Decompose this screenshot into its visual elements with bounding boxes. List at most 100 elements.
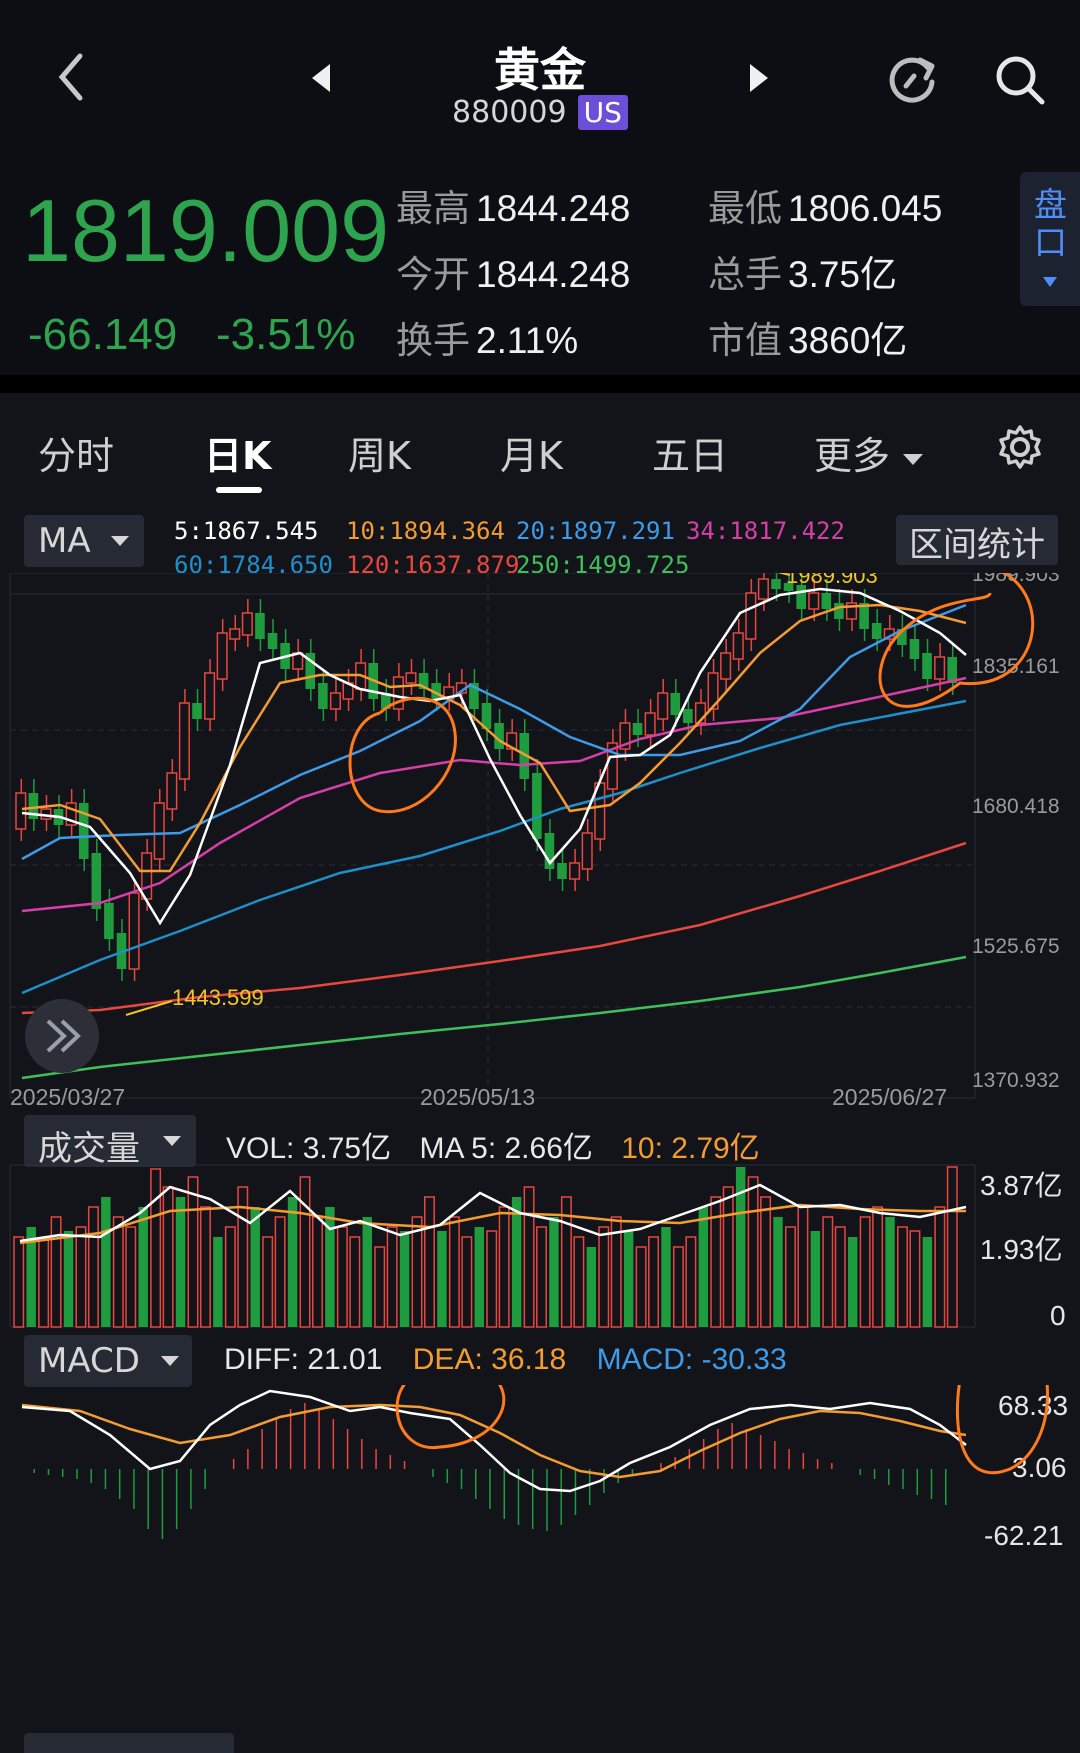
macd-histogram: [33, 1403, 947, 1539]
volume-bar: [262, 1236, 274, 1328]
macd-dea-label: DEA:: [412, 1343, 483, 1376]
volume-bar: [847, 1237, 858, 1327]
ma34-legend: 34:1817.422: [686, 517, 845, 545]
next-stock-icon[interactable]: [748, 62, 772, 98]
candle-body: [771, 579, 781, 589]
price-change-pct: -3.51%: [216, 310, 356, 359]
hand-drawn-circle: [348, 696, 457, 814]
volume-bar: [187, 1176, 199, 1328]
candle-body: [267, 633, 278, 649]
ma120-line: [21, 841, 967, 1015]
gear-icon[interactable]: [996, 423, 1044, 475]
bottom-tab-hint: [24, 1733, 234, 1753]
ma10-legend: 10:1894.364: [346, 517, 505, 545]
stat-value: 3.75亿: [788, 254, 898, 295]
price-change: -66.149: [28, 310, 178, 359]
volume-bar: [274, 1216, 286, 1328]
volume-bar: [773, 1217, 783, 1327]
volume-bar: [498, 1206, 510, 1328]
volume-selector[interactable]: 成交量: [24, 1115, 196, 1169]
candle-body: [532, 773, 542, 839]
date-axis-label: 2025/06/27: [832, 1084, 947, 1110]
refresh-icon[interactable]: [884, 52, 940, 112]
candle-body: [732, 632, 744, 660]
candle-body: [204, 672, 216, 720]
tab-monthly-k[interactable]: 月K: [500, 425, 563, 480]
volume-bar: [461, 1236, 473, 1328]
stat-label: 今开: [396, 253, 470, 296]
vol-ma5-label: MA 5:: [419, 1132, 497, 1165]
volume-bar: [299, 1176, 311, 1328]
volume-bar: [722, 1186, 734, 1328]
macd-chart[interactable]: 68.33 3.06 -62.21: [0, 1385, 1080, 1605]
stat-value: 2.11%: [476, 320, 579, 361]
volume-bar: [672, 1246, 684, 1328]
stat-value: 1806.045: [788, 188, 943, 229]
order-book-button[interactable]: 盘口: [1020, 172, 1080, 306]
tab-weekly-k[interactable]: 周K: [348, 425, 411, 480]
tab-intraday[interactable]: 分时: [38, 425, 114, 480]
tab-daily-k[interactable]: 日K: [204, 425, 271, 480]
volume-bar: [784, 1226, 796, 1328]
last-price: 1819.009: [22, 181, 390, 280]
candle-body: [808, 592, 820, 610]
tab-five-day[interactable]: 五日: [652, 425, 728, 480]
volume-bar: [872, 1206, 884, 1328]
ma-selector[interactable]: MA: [24, 515, 144, 567]
volume-bar: [486, 1230, 498, 1328]
volume-bar: [648, 1236, 660, 1328]
volume-bar: [399, 1231, 410, 1327]
stat-high: 最高 1844.248: [396, 178, 630, 232]
volume-bar: [101, 1197, 111, 1327]
macd-selector[interactable]: MACD: [24, 1335, 192, 1387]
volume-bar: [386, 1226, 398, 1328]
date-axis-label: 2025/03/27: [10, 1084, 125, 1110]
volume-bars: [13, 1166, 958, 1328]
macd-legend: DIFF: 21.01 DEA: 36.18 MACD: -30.33: [224, 1343, 787, 1377]
macd-selector-label: MACD: [38, 1341, 140, 1381]
quote-panel: 1819.009 -66.149 -3.51% 最高 1844.248 最低 180…: [0, 160, 1080, 375]
macd-axis-label: -62.21: [984, 1520, 1063, 1551]
hand-drawn-circle: [395, 1385, 506, 1449]
active-tab-indicator: [216, 487, 262, 493]
stat-open: 今开 1844.248: [396, 244, 630, 298]
volume-bar: [50, 1216, 62, 1328]
volume-bar: [13, 1236, 25, 1328]
volume-bar: [199, 1206, 211, 1328]
volume-bar: [448, 1216, 460, 1328]
volume-bar: [250, 1207, 260, 1327]
caret-down-icon: [1043, 277, 1057, 287]
macd-axis-label: 3.06: [1012, 1452, 1067, 1483]
vol-label: VOL:: [226, 1132, 295, 1165]
range-stat-button[interactable]: 区间统计: [896, 515, 1058, 565]
volume-bar: [549, 1217, 559, 1327]
macd-diff-value: 21.01: [307, 1343, 383, 1376]
candle-body: [216, 632, 228, 680]
candle-body: [657, 692, 669, 720]
volume-bar: [934, 1206, 946, 1328]
ma250-line: [21, 955, 967, 1080]
volume-bar: [162, 1186, 174, 1328]
stat-label: 总手: [708, 253, 782, 296]
candle-body: [229, 628, 241, 640]
candle-body: [166, 772, 178, 810]
candle-body: [141, 852, 153, 900]
candle-body: [15, 792, 27, 830]
volume-chart[interactable]: 3.87亿 1.93亿 0: [0, 1163, 1080, 1333]
macd-label: MACD:: [596, 1343, 694, 1376]
expand-button[interactable]: [25, 999, 99, 1073]
stat-label: 市值: [708, 319, 782, 362]
volume-bar: [112, 1216, 124, 1328]
volume-bar: [623, 1231, 634, 1327]
volume-bar: [822, 1216, 834, 1328]
vol-ma10-label: 10:: [621, 1132, 663, 1165]
volume-bar: [311, 1216, 323, 1328]
stat-value: 1844.248: [476, 188, 631, 229]
stat-label: 换手: [396, 319, 470, 362]
volume-bar: [586, 1247, 597, 1327]
tab-more-label: 更多: [814, 434, 891, 478]
search-icon[interactable]: [994, 54, 1046, 110]
volume-bar: [424, 1196, 435, 1328]
volume-axis-label: 0: [1050, 1300, 1066, 1331]
tab-more[interactable]: 更多: [814, 425, 924, 480]
